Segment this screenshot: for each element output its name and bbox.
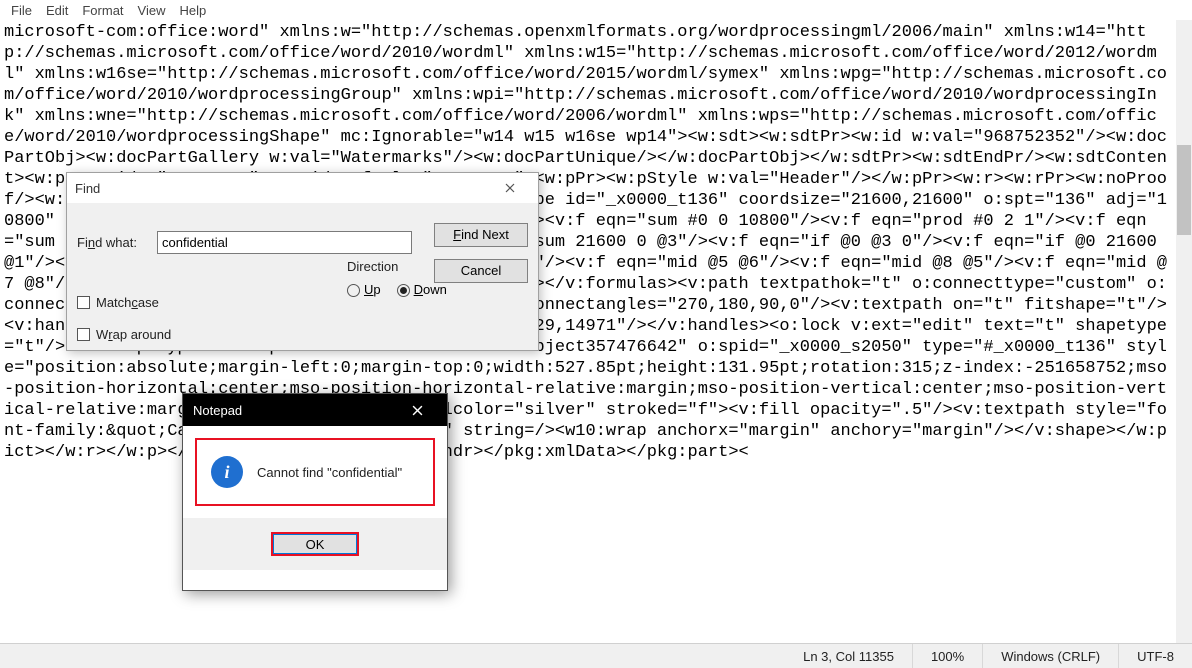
status-bar: Ln 3, Col 11355 100% Windows (CRLF) UTF-… (0, 643, 1192, 668)
msgbox-titlebar[interactable]: Notepad (183, 394, 447, 426)
scrollbar-thumb[interactable] (1177, 145, 1191, 235)
menu-file[interactable]: File (4, 2, 39, 19)
vertical-scrollbar[interactable] (1176, 20, 1192, 643)
msgbox-close-button[interactable] (397, 395, 437, 425)
menu-edit[interactable]: Edit (39, 2, 75, 19)
menu-view[interactable]: View (131, 2, 173, 19)
direction-up-radio[interactable]: Up (347, 282, 381, 297)
status-eol: Windows (CRLF) (982, 644, 1118, 668)
direction-down-radio[interactable]: Down (397, 282, 447, 297)
status-position: Ln 3, Col 11355 (785, 644, 912, 668)
status-encoding: UTF-8 (1118, 644, 1192, 668)
msgbox-body: i Cannot find "confidential" (195, 438, 435, 506)
find-close-button[interactable] (490, 174, 530, 202)
info-icon: i (211, 456, 243, 488)
cancel-button[interactable]: Cancel (434, 259, 528, 283)
find-what-input[interactable] (157, 231, 412, 254)
close-icon (412, 405, 423, 416)
wrap-around-checkbox[interactable]: Wrap around (77, 327, 171, 342)
status-zoom: 100% (912, 644, 982, 668)
direction-label: Direction (347, 259, 447, 276)
match-case-checkbox[interactable]: Match case (77, 295, 159, 310)
menu-help[interactable]: Help (172, 2, 213, 19)
message-box: Notepad i Cannot find "confidential" OK (182, 393, 448, 591)
find-dialog: Find Find what: Find Next Cancel Directi… (66, 172, 539, 351)
msgbox-title-text: Notepad (193, 403, 397, 418)
msgbox-text: Cannot find "confidential" (257, 465, 402, 480)
find-titlebar[interactable]: Find (67, 173, 538, 203)
ok-button[interactable]: OK (271, 532, 359, 556)
find-next-button[interactable]: Find Next (434, 223, 528, 247)
find-what-label: Find what: (77, 235, 157, 250)
msgbox-footer: OK (183, 518, 447, 570)
close-icon (505, 183, 515, 193)
menu-format[interactable]: Format (75, 2, 130, 19)
menubar: File Edit Format View Help (0, 0, 1192, 20)
find-title-text: Find (75, 181, 490, 196)
